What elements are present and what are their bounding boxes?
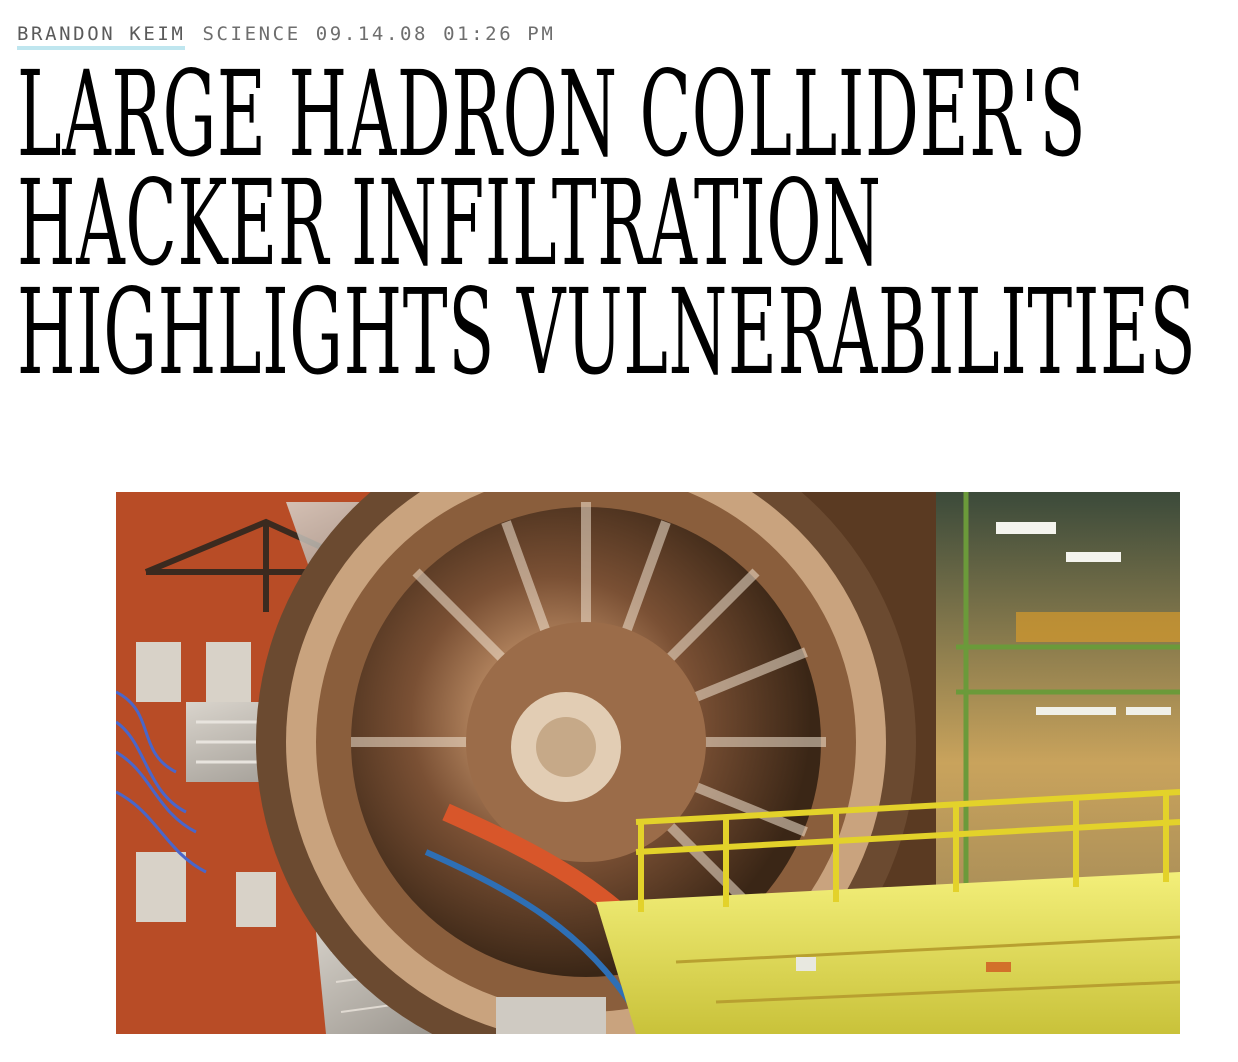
publish-date: 09.14.08	[315, 23, 429, 45]
headline-line: Large Hadron Collider's	[17, 45, 1087, 183]
headline-line: Hacker Infiltration	[17, 154, 882, 292]
hero-image	[116, 492, 1180, 1034]
section-link[interactable]: SCIENCE	[202, 22, 300, 46]
publish-time: 01:26 PM	[443, 23, 556, 45]
headline-line: Highlights Vulnerabilities	[17, 263, 1197, 401]
article-headline: Large Hadron Collider's Hacker Infiltrat…	[17, 45, 1227, 401]
